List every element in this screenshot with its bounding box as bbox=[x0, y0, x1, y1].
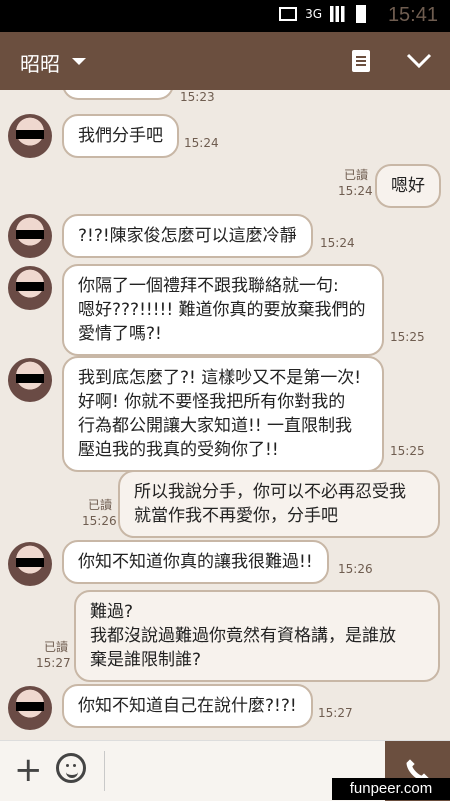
read-receipt: 已讀 bbox=[344, 168, 369, 182]
avatar[interactable] bbox=[8, 214, 52, 258]
message-time: 15:24 bbox=[338, 184, 373, 198]
message-bubble: 我們分手吧 bbox=[62, 114, 179, 158]
message-text: 你知不知道自己在說什麼?!?! bbox=[78, 696, 297, 716]
chat-header: 昭昭 bbox=[0, 32, 450, 90]
collapse-icon[interactable] bbox=[406, 52, 432, 70]
message-text: 嗯好 bbox=[391, 176, 425, 196]
avatar[interactable] bbox=[8, 686, 52, 730]
message-bubble: 你知不知道你真的讓我很難過!! bbox=[62, 540, 329, 584]
status-time: 15:41 bbox=[387, 4, 438, 26]
avatar[interactable] bbox=[8, 114, 52, 158]
battery-icon bbox=[356, 5, 366, 23]
network-label: 3G bbox=[305, 7, 322, 21]
emoji-icon[interactable] bbox=[56, 753, 86, 783]
read-receipt: 已讀 bbox=[88, 498, 113, 512]
message-text-line: 愛情了嗎?! bbox=[78, 324, 162, 344]
status-icons: 3G bbox=[279, 5, 366, 23]
notes-icon[interactable] bbox=[352, 50, 370, 72]
avatar[interactable] bbox=[8, 358, 52, 402]
message-text-line: 我到底怎麼了?! 這樣吵又不是第一次! bbox=[78, 368, 362, 388]
message-time: 15:26 bbox=[338, 562, 373, 576]
plus-icon[interactable]: + bbox=[14, 753, 43, 787]
message-time: 15:24 bbox=[320, 236, 355, 250]
mute-icon bbox=[279, 7, 298, 21]
partial-message-bubble bbox=[62, 90, 174, 100]
message-text: ?!?!陳家俊怎麼可以這麼冷靜 bbox=[78, 226, 297, 246]
message-text-line: 你隔了一個禮拜不跟我聯絡就一句: bbox=[78, 276, 339, 296]
message-bubble: 你知不知道自己在說什麼?!?! bbox=[62, 684, 313, 728]
message-time: 15:27 bbox=[318, 706, 353, 720]
message-time: 15:27 bbox=[36, 656, 71, 670]
signal-icon bbox=[330, 6, 348, 22]
message-text-line: 所以我說分手，你可以不必再忍受我 bbox=[134, 482, 406, 502]
message-text-line: 就當作我不再愛你，分手吧 bbox=[134, 506, 338, 526]
message-text-line: 棄是誰限制誰? bbox=[90, 650, 202, 670]
message-bubble: 所以我說分手，你可以不必再忍受我 就當作我不再愛你，分手吧 bbox=[118, 470, 440, 538]
message-text-line: 行為都公開讓大家知道!! 一直限制我 bbox=[78, 416, 353, 436]
message-text: 你知不知道你真的讓我很難過!! bbox=[78, 552, 313, 572]
message-bubble: 難過? 我都沒說過難過你竟然有資格講，是誰放 棄是誰限制誰? bbox=[74, 590, 440, 682]
message-bubble: 我到底怎麼了?! 這樣吵又不是第一次! 好啊! 你就不要怪我把所有你對我的 行為… bbox=[62, 356, 384, 472]
watermark-label: funpeer.com bbox=[332, 778, 450, 800]
partial-message-time: 15:23 bbox=[180, 90, 215, 104]
message-time: 15:25 bbox=[390, 444, 425, 458]
message-text-line: 難過? bbox=[90, 602, 134, 622]
message-text-line: 壓迫我的我真的受夠你了!! bbox=[78, 440, 279, 460]
message-text-line: 好啊! 你就不要怪我把所有你對我的 bbox=[78, 392, 346, 412]
chat-title[interactable]: 昭昭 bbox=[20, 48, 60, 77]
message-text-line: 我都沒說過難過你竟然有資格講，是誰放 bbox=[90, 626, 396, 646]
message-time: 15:25 bbox=[390, 330, 425, 344]
message-bubble: ?!?!陳家俊怎麼可以這麼冷靜 bbox=[62, 214, 313, 258]
chevron-down-icon[interactable] bbox=[72, 58, 86, 65]
status-bar: 3G 15:41 bbox=[0, 0, 450, 32]
message-text-line: 嗯好???!!!!! 難道你真的要放棄我們的 bbox=[78, 300, 366, 320]
message-time: 15:24 bbox=[184, 136, 219, 150]
message-text: 我們分手吧 bbox=[78, 126, 163, 146]
read-receipt: 已讀 bbox=[44, 640, 69, 654]
message-time: 15:26 bbox=[82, 514, 117, 528]
avatar[interactable] bbox=[8, 266, 52, 310]
message-bubble: 嗯好 bbox=[375, 164, 441, 208]
chat-area[interactable]: 15:23 我們分手吧 15:24 已讀 15:24 嗯好 ?!?!陳家俊怎麼可… bbox=[0, 90, 450, 740]
message-bubble: 你隔了一個禮拜不跟我聯絡就一句: 嗯好???!!!!! 難道你真的要放棄我們的 … bbox=[62, 264, 384, 356]
avatar[interactable] bbox=[8, 542, 52, 586]
divider bbox=[104, 751, 105, 791]
